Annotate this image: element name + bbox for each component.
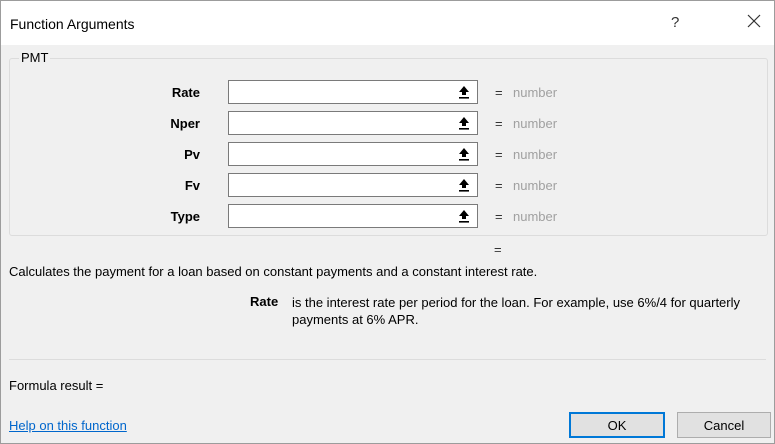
window-title: Function Arguments <box>10 16 135 32</box>
help-on-function-link[interactable]: Help on this function <box>9 418 127 433</box>
argument-label: Nper <box>170 116 200 131</box>
title-bar: Function Arguments ? <box>1 1 774 45</box>
argument-row-pv: Pv = number <box>10 142 767 168</box>
fv-input[interactable] <box>228 173 478 197</box>
equals-sign: = <box>495 209 503 224</box>
argument-row-fv: Fv = number <box>10 173 767 199</box>
argument-value: number <box>513 178 558 193</box>
argument-value: number <box>513 147 558 162</box>
type-input[interactable] <box>228 204 478 228</box>
pmt-group-box: PMT Rate = number Nper = number Pv = num… <box>9 50 768 236</box>
argument-row-type: Type = number <box>10 204 767 230</box>
argument-label: Type <box>170 209 200 224</box>
argument-help-text: is the interest rate per period for the … <box>292 295 741 327</box>
argument-label: Fv <box>184 178 200 193</box>
argument-label: Pv <box>184 147 200 162</box>
separator <box>9 359 766 360</box>
collapse-dialog-icon[interactable] <box>451 112 477 134</box>
collapse-dialog-icon[interactable] <box>451 174 477 196</box>
collapse-dialog-icon[interactable] <box>451 143 477 165</box>
rate-input[interactable] <box>228 80 478 104</box>
argument-row-nper: Nper = number <box>10 111 767 137</box>
function-arguments-dialog: Function Arguments ? PMT Rate = number N… <box>0 0 775 444</box>
equals-sign: = <box>495 178 503 193</box>
argument-value: number <box>513 116 558 131</box>
collapse-dialog-icon[interactable] <box>451 205 477 227</box>
equals-sign: = <box>495 85 503 100</box>
pv-input[interactable] <box>228 142 478 166</box>
help-button[interactable]: ? <box>671 14 679 31</box>
formula-result: Formula result = <box>9 378 104 393</box>
function-result-equals: = <box>494 242 502 257</box>
argument-label: Rate <box>171 85 200 100</box>
nper-input[interactable] <box>228 111 478 135</box>
argument-row-rate: Rate = number <box>10 80 767 106</box>
equals-sign: = <box>495 116 503 131</box>
argument-help-name: Rate <box>250 294 279 309</box>
ok-button[interactable]: OK <box>569 412 665 438</box>
argument-value: number <box>513 209 558 224</box>
argument-value: number <box>513 85 558 100</box>
cancel-button[interactable]: Cancel <box>677 412 771 438</box>
equals-sign: = <box>495 147 503 162</box>
close-icon[interactable] <box>745 12 763 30</box>
function-description: Calculates the payment for a loan based … <box>9 264 538 279</box>
collapse-dialog-icon[interactable] <box>451 81 477 103</box>
group-label: PMT <box>19 50 51 65</box>
